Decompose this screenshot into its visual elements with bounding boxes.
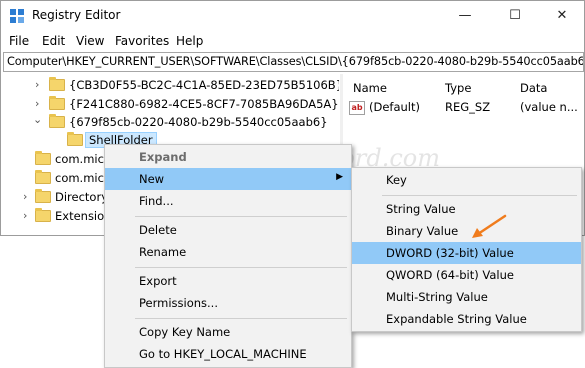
value-name[interactable]: (Default)	[369, 100, 420, 118]
folder-icon	[35, 170, 51, 184]
annotation-arrow-icon	[472, 214, 507, 238]
menu-item-label: Find...	[139, 194, 174, 208]
column-header-name[interactable]: Name	[353, 81, 387, 95]
tree-item-label: Extension	[55, 209, 112, 223]
tree-item-label: com.micr	[55, 152, 109, 166]
folder-icon	[67, 132, 83, 146]
menu-item-label: New	[139, 172, 165, 186]
tree-item-label: com.micr	[55, 171, 109, 185]
menu-item-label: String Value	[386, 202, 456, 216]
value-type: REG_SZ	[445, 100, 491, 114]
value-data: (value n...	[520, 100, 578, 114]
expand-chevron-icon[interactable]: ›	[35, 97, 45, 111]
submenu-item-binary-value[interactable]: Binary Value	[352, 220, 581, 242]
registry-editor-icon	[10, 9, 24, 23]
menu-item-label: Export	[139, 274, 177, 288]
address-bar[interactable]: Computer\HKEY_CURRENT_USER\SOFTWARE\Clas…	[3, 52, 584, 72]
menu-item-label: Go to HKEY_LOCAL_MACHINE	[139, 347, 307, 361]
close-button[interactable]: ✕	[540, 1, 584, 31]
tree-item-label: {CB3D0F55-BC2C-4C1A-85ED-23ED75B5106B}	[69, 78, 339, 92]
menu-bar: File Edit View Favorites Help	[1, 31, 584, 51]
menu-item-expand[interactable]: Expand	[105, 146, 351, 168]
window-title: Registry Editor	[32, 8, 121, 22]
submenu-item-qword-value[interactable]: QWORD (64-bit) Value	[352, 264, 581, 286]
menu-edit[interactable]: Edit	[42, 34, 65, 48]
context-menu: Expand New ▶ Find... Delete Rename Expor…	[104, 144, 352, 368]
tree-item-label: {F241C880-6982-4CE5-8CF7-7085BA96DA5A}	[69, 97, 339, 111]
folder-icon	[49, 114, 65, 128]
menu-item-label: Expandable String Value	[386, 312, 527, 326]
menu-item-find[interactable]: Find...	[105, 190, 351, 212]
menu-item-goto-hklm[interactable]: Go to HKEY_LOCAL_MACHINE	[105, 343, 351, 365]
menu-item-label: Expand	[139, 150, 187, 164]
submenu-item-key[interactable]: Key	[352, 169, 581, 191]
collapse-chevron-icon[interactable]: ⌄	[33, 113, 43, 127]
menu-item-export[interactable]: Export	[105, 270, 351, 292]
tree-item-label: {679f85cb-0220-4080-b29b-5540cc05aab6}	[69, 115, 328, 129]
menu-item-new[interactable]: New ▶	[105, 168, 351, 190]
menu-item-label: Multi-String Value	[386, 290, 488, 304]
expand-chevron-icon[interactable]: ›	[23, 209, 33, 223]
menu-item-label: Delete	[139, 223, 177, 237]
submenu-item-string-value[interactable]: String Value	[352, 198, 581, 220]
address-path: Computer\HKEY_CURRENT_USER\SOFTWARE\Clas…	[7, 55, 584, 68]
folder-icon	[35, 151, 51, 165]
menu-item-label: DWORD (32-bit) Value	[386, 246, 514, 260]
folder-icon	[49, 77, 65, 91]
menu-view[interactable]: View	[76, 34, 104, 48]
string-value-icon: ab	[349, 101, 365, 115]
submenu-item-multi-string-value[interactable]: Multi-String Value	[352, 286, 581, 308]
menu-separator	[135, 318, 347, 319]
menu-item-copy-key-name[interactable]: Copy Key Name	[105, 321, 351, 343]
submenu-item-expandable-string-value[interactable]: Expandable String Value	[352, 308, 581, 330]
maximize-button[interactable]: ☐	[493, 1, 537, 31]
menu-separator	[382, 195, 577, 196]
expand-chevron-icon[interactable]: ›	[35, 78, 45, 92]
menu-help[interactable]: Help	[176, 34, 203, 48]
menu-separator	[135, 267, 347, 268]
folder-icon	[35, 208, 51, 222]
tree-item-label: Directory	[55, 190, 109, 204]
menu-item-delete[interactable]: Delete	[105, 219, 351, 241]
title-bar[interactable]: Registry Editor — ☐ ✕	[1, 1, 584, 31]
menu-item-label: Key	[386, 173, 407, 187]
submenu-item-dword-value[interactable]: DWORD (32-bit) Value	[352, 242, 581, 264]
menu-item-label: Rename	[139, 245, 187, 259]
column-header-type[interactable]: Type	[445, 81, 471, 95]
menu-item-label: QWORD (64-bit) Value	[386, 268, 514, 282]
column-header-data[interactable]: Data	[520, 81, 547, 95]
minimize-button[interactable]: —	[443, 1, 487, 31]
folder-icon	[49, 96, 65, 110]
menu-item-rename[interactable]: Rename	[105, 241, 351, 263]
new-submenu: Key String Value Binary Value DWORD (32-…	[351, 167, 582, 332]
submenu-arrow-icon: ▶	[336, 172, 343, 182]
menu-item-label: Permissions...	[139, 296, 218, 310]
menu-item-label: Binary Value	[386, 224, 459, 238]
menu-file[interactable]: File	[9, 34, 29, 48]
menu-item-label: Copy Key Name	[139, 325, 231, 339]
folder-icon	[35, 189, 51, 203]
menu-item-permissions[interactable]: Permissions...	[105, 292, 351, 314]
expand-chevron-icon[interactable]: ›	[23, 190, 33, 204]
menu-favorites[interactable]: Favorites	[115, 34, 169, 48]
menu-separator	[135, 216, 347, 217]
